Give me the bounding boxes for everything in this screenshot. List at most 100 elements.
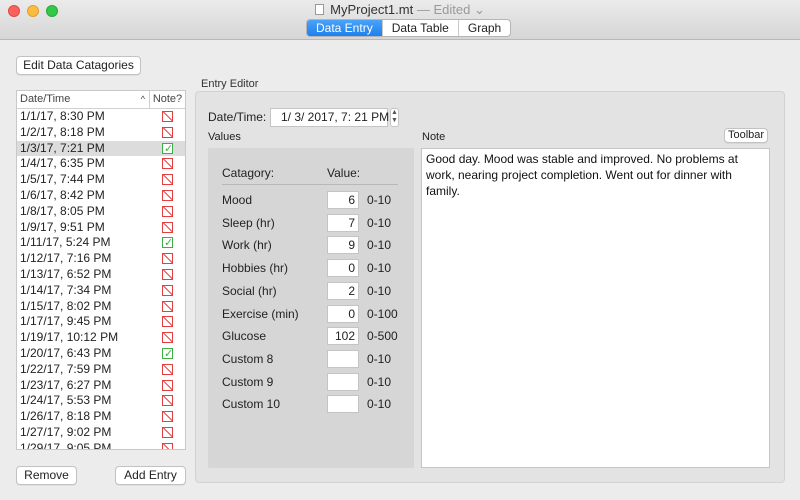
window-title: MyProject1.mt — Edited ⌄ bbox=[0, 2, 800, 18]
header-divider bbox=[222, 184, 398, 185]
list-item[interactable]: 1/15/17, 8:02 PM bbox=[17, 299, 185, 315]
entry-rows: 1/1/17, 8:30 PM 1/2/17, 8:18 PM 1/3/17, 7:… bbox=[17, 109, 185, 449]
list-item[interactable]: 1/24/17, 5:53 PM bbox=[17, 393, 185, 409]
note-absent-checkbox[interactable] bbox=[162, 300, 173, 312]
remove-button[interactable]: Remove bbox=[16, 466, 77, 485]
column-header-note[interactable]: Note? bbox=[150, 91, 185, 108]
list-item[interactable]: 1/9/17, 9:51 PM bbox=[17, 220, 185, 236]
value-input[interactable]: 2 bbox=[327, 281, 359, 300]
list-item[interactable]: 1/4/17, 6:35 PM bbox=[17, 156, 185, 172]
note-text-area[interactable]: Good day. Mood was stable and improved. … bbox=[421, 148, 770, 468]
list-item[interactable]: 1/14/17, 7:34 PM bbox=[17, 283, 185, 299]
note-absent-checkbox[interactable] bbox=[162, 379, 173, 391]
list-item[interactable]: 1/5/17, 7:44 PM bbox=[17, 172, 185, 188]
note-absent-checkbox[interactable] bbox=[162, 284, 173, 296]
entry-list[interactable]: Date/Time ^ Note? 1/1/17, 8:30 PM 1/2/17, … bbox=[16, 90, 186, 450]
list-item[interactable]: 1/17/17, 9:45 PM bbox=[17, 314, 185, 330]
edit-data-categories-button[interactable]: Edit Data Catagories bbox=[16, 56, 141, 75]
list-item-note-cell bbox=[150, 346, 185, 362]
note-absent-checkbox[interactable] bbox=[162, 316, 173, 328]
value-input[interactable]: 6 bbox=[327, 191, 359, 209]
note-absent-checkbox[interactable] bbox=[162, 442, 173, 449]
list-item[interactable]: 1/3/17, 7:21 PM bbox=[17, 140, 185, 157]
list-item[interactable]: 1/27/17, 9:02 PM bbox=[17, 425, 185, 441]
value-range: 0-100 bbox=[367, 306, 398, 321]
list-header: Date/Time ^ Note? bbox=[17, 91, 185, 109]
list-item[interactable]: 1/11/17, 5:24 PM bbox=[17, 235, 185, 251]
datetime-label: Date/Time: bbox=[208, 110, 267, 124]
note-label: Note bbox=[422, 131, 446, 143]
value-row: Sleep (hr) 7 0-10 bbox=[222, 213, 412, 232]
note-absent-checkbox[interactable] bbox=[162, 205, 173, 217]
stepper-down-icon[interactable]: ▼ bbox=[391, 117, 398, 124]
list-item[interactable]: 1/23/17, 6:27 PM bbox=[17, 378, 185, 394]
value-category: Custom 9 bbox=[222, 374, 274, 389]
column-header-date[interactable]: Date/Time ^ bbox=[17, 91, 150, 108]
note-absent-checkbox[interactable] bbox=[162, 395, 173, 407]
note-absent-checkbox[interactable] bbox=[162, 111, 173, 122]
note-absent-checkbox[interactable] bbox=[162, 174, 173, 186]
value-input[interactable]: 0 bbox=[327, 259, 359, 278]
list-item[interactable]: 1/12/17, 7:16 PM bbox=[17, 251, 185, 267]
list-item[interactable]: 1/26/17, 8:18 PM bbox=[17, 409, 185, 425]
tab-graph[interactable]: Graph bbox=[457, 20, 510, 36]
list-item-date: 1/2/17, 8:18 PM bbox=[20, 124, 105, 139]
value-input[interactable]: 0 bbox=[327, 304, 359, 323]
datetime-stepper[interactable]: ▲ ▼ bbox=[390, 108, 399, 127]
list-item[interactable]: 1/29/17, 9:05 PM bbox=[17, 441, 185, 449]
list-item[interactable]: 1/20/17, 6:43 PM bbox=[17, 346, 185, 362]
value-category: Sleep (hr) bbox=[222, 215, 275, 230]
note-absent-checkbox[interactable] bbox=[162, 411, 173, 423]
value-row: Social (hr) 2 0-10 bbox=[222, 281, 412, 300]
value-input[interactable] bbox=[327, 372, 359, 391]
value-range: 0-10 bbox=[367, 193, 392, 207]
list-item-note-cell bbox=[150, 409, 185, 425]
note-present-checkbox[interactable] bbox=[162, 142, 173, 154]
edited-status[interactable]: — Edited bbox=[417, 2, 470, 17]
list-item[interactable]: 1/1/17, 8:30 PM bbox=[17, 109, 185, 125]
value-input[interactable] bbox=[327, 349, 359, 368]
note-absent-checkbox[interactable] bbox=[162, 426, 173, 438]
list-item[interactable]: 1/8/17, 8:05 PM bbox=[17, 204, 185, 220]
value-row: Exercise (min) 0 0-100 bbox=[222, 304, 412, 323]
value-input[interactable]: 7 bbox=[327, 213, 359, 232]
datetime-field[interactable]: 1/ 3/ 2017, 7: 21 PM bbox=[270, 108, 389, 127]
list-item[interactable]: 1/2/17, 8:18 PM bbox=[17, 125, 185, 141]
note-present-checkbox[interactable] bbox=[162, 237, 173, 249]
value-row: Custom 9 0-10 bbox=[222, 372, 412, 391]
note-absent-checkbox[interactable] bbox=[162, 253, 173, 265]
note-absent-checkbox[interactable] bbox=[162, 332, 173, 344]
tab-data-table[interactable]: Data Table bbox=[381, 20, 458, 36]
stepper-up-icon[interactable]: ▲ bbox=[391, 109, 398, 116]
list-item-note-cell bbox=[150, 251, 185, 267]
value-row: Hobbies (hr) 0 0-10 bbox=[222, 259, 412, 278]
list-item[interactable]: 1/6/17, 8:42 PM bbox=[17, 188, 185, 204]
list-item[interactable]: 1/13/17, 6:52 PM bbox=[17, 267, 185, 283]
value-input[interactable]: 102 bbox=[327, 327, 359, 346]
list-item-date: 1/12/17, 7:16 PM bbox=[20, 251, 112, 266]
note-absent-checkbox[interactable] bbox=[162, 268, 173, 280]
list-item-note-cell bbox=[150, 441, 185, 449]
column-header-date-label: Date/Time bbox=[20, 93, 71, 105]
toolbar-button[interactable]: Toolbar bbox=[724, 128, 768, 143]
note-absent-checkbox[interactable] bbox=[162, 221, 173, 233]
note-absent-checkbox[interactable] bbox=[162, 158, 173, 170]
value-input[interactable]: 9 bbox=[327, 236, 359, 255]
note-present-checkbox[interactable] bbox=[162, 347, 173, 359]
list-item-date: 1/9/17, 9:51 PM bbox=[20, 219, 105, 234]
add-entry-button[interactable]: Add Entry bbox=[115, 466, 186, 485]
note-absent-checkbox[interactable] bbox=[162, 363, 173, 375]
note-absent-checkbox[interactable] bbox=[162, 126, 173, 138]
chevron-down-icon[interactable]: ⌄ bbox=[470, 2, 485, 17]
category-header: Catagory: bbox=[222, 166, 275, 180]
value-header: Value: bbox=[327, 166, 361, 180]
value-input[interactable] bbox=[327, 395, 359, 414]
list-item-date: 1/24/17, 5:53 PM bbox=[20, 393, 112, 408]
tab-data-entry[interactable]: Data Entry bbox=[307, 20, 382, 36]
list-item[interactable]: 1/19/17, 10:12 PM bbox=[17, 330, 185, 346]
entry-editor-label: Entry Editor bbox=[201, 78, 259, 90]
list-item[interactable]: 1/22/17, 7:59 PM bbox=[17, 362, 185, 378]
value-category: Social (hr) bbox=[222, 283, 277, 298]
note-absent-checkbox[interactable] bbox=[162, 189, 173, 201]
values-label: Values bbox=[208, 131, 241, 143]
